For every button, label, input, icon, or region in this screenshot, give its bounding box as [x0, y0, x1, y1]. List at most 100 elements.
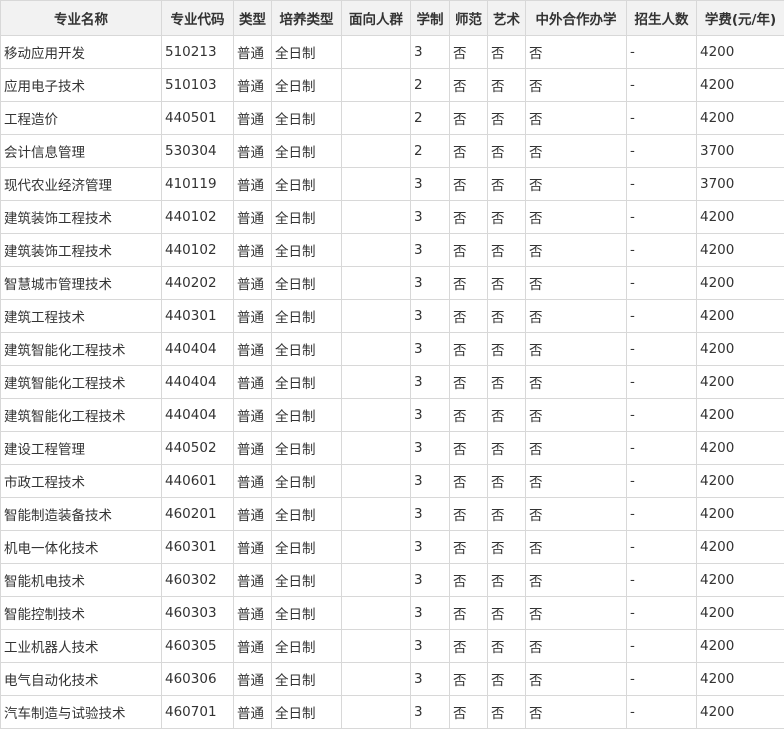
- cell-training-type: 全日制: [272, 399, 342, 432]
- cell-sino-foreign: 否: [526, 135, 627, 168]
- cell-major-code: 460701: [162, 696, 234, 729]
- header-arts: 艺术: [488, 1, 526, 36]
- table-row: 建设工程管理440502普通全日制3否否否-4200: [1, 432, 784, 465]
- cell-duration: 3: [411, 300, 450, 333]
- cell-duration: 3: [411, 630, 450, 663]
- cell-major-name: 电气自动化技术: [1, 663, 162, 696]
- cell-teacher-training: 否: [450, 267, 488, 300]
- cell-teacher-training: 否: [450, 663, 488, 696]
- cell-tuition: 4200: [697, 267, 784, 300]
- cell-training-type: 全日制: [272, 696, 342, 729]
- cell-sino-foreign: 否: [526, 102, 627, 135]
- cell-sino-foreign: 否: [526, 597, 627, 630]
- majors-table: 专业名称专业代码类型培养类型面向人群学制师范艺术中外合作办学招生人数学费(元/年…: [0, 0, 784, 729]
- cell-type: 普通: [234, 234, 272, 267]
- cell-teacher-training: 否: [450, 333, 488, 366]
- cell-major-name: 移动应用开发: [1, 36, 162, 69]
- cell-major-name: 建设工程管理: [1, 432, 162, 465]
- cell-type: 普通: [234, 663, 272, 696]
- cell-enrollment-count: -: [627, 135, 697, 168]
- cell-arts: 否: [488, 168, 526, 201]
- cell-duration: 3: [411, 597, 450, 630]
- cell-target-group: [342, 36, 411, 69]
- header-type: 类型: [234, 1, 272, 36]
- header-row: 专业名称专业代码类型培养类型面向人群学制师范艺术中外合作办学招生人数学费(元/年…: [1, 1, 784, 36]
- cell-major-code: 440202: [162, 267, 234, 300]
- table-header: 专业名称专业代码类型培养类型面向人群学制师范艺术中外合作办学招生人数学费(元/年…: [1, 1, 784, 36]
- cell-training-type: 全日制: [272, 36, 342, 69]
- cell-type: 普通: [234, 432, 272, 465]
- cell-major-name: 会计信息管理: [1, 135, 162, 168]
- cell-training-type: 全日制: [272, 234, 342, 267]
- cell-teacher-training: 否: [450, 201, 488, 234]
- cell-major-code: 440404: [162, 333, 234, 366]
- table-row: 工业机器人技术460305普通全日制3否否否-4200: [1, 630, 784, 663]
- cell-duration: 3: [411, 267, 450, 300]
- cell-tuition: 4200: [697, 234, 784, 267]
- cell-type: 普通: [234, 168, 272, 201]
- cell-teacher-training: 否: [450, 531, 488, 564]
- cell-arts: 否: [488, 399, 526, 432]
- cell-major-name: 工业机器人技术: [1, 630, 162, 663]
- cell-sino-foreign: 否: [526, 234, 627, 267]
- cell-major-code: 530304: [162, 135, 234, 168]
- cell-duration: 3: [411, 366, 450, 399]
- header-duration: 学制: [411, 1, 450, 36]
- cell-enrollment-count: -: [627, 168, 697, 201]
- cell-duration: 3: [411, 201, 450, 234]
- cell-duration: 2: [411, 102, 450, 135]
- cell-training-type: 全日制: [272, 597, 342, 630]
- cell-enrollment-count: -: [627, 465, 697, 498]
- cell-tuition: 4200: [697, 201, 784, 234]
- cell-duration: 3: [411, 465, 450, 498]
- cell-arts: 否: [488, 465, 526, 498]
- cell-teacher-training: 否: [450, 564, 488, 597]
- cell-tuition: 4200: [697, 465, 784, 498]
- table-row: 建筑装饰工程技术440102普通全日制3否否否-4200: [1, 234, 784, 267]
- table-row: 建筑智能化工程技术440404普通全日制3否否否-4200: [1, 399, 784, 432]
- cell-duration: 3: [411, 168, 450, 201]
- cell-teacher-training: 否: [450, 399, 488, 432]
- table-row: 智能机电技术460302普通全日制3否否否-4200: [1, 564, 784, 597]
- cell-enrollment-count: -: [627, 399, 697, 432]
- cell-training-type: 全日制: [272, 498, 342, 531]
- cell-sino-foreign: 否: [526, 300, 627, 333]
- cell-duration: 2: [411, 69, 450, 102]
- cell-teacher-training: 否: [450, 498, 488, 531]
- cell-duration: 3: [411, 234, 450, 267]
- cell-enrollment-count: -: [627, 564, 697, 597]
- cell-target-group: [342, 201, 411, 234]
- cell-enrollment-count: -: [627, 696, 697, 729]
- cell-sino-foreign: 否: [526, 564, 627, 597]
- cell-major-name: 应用电子技术: [1, 69, 162, 102]
- cell-enrollment-count: -: [627, 597, 697, 630]
- table-row: 电气自动化技术460306普通全日制3否否否-4200: [1, 663, 784, 696]
- cell-major-code: 460302: [162, 564, 234, 597]
- header-target-group: 面向人群: [342, 1, 411, 36]
- cell-teacher-training: 否: [450, 36, 488, 69]
- cell-major-name: 工程造价: [1, 102, 162, 135]
- table-row: 建筑智能化工程技术440404普通全日制3否否否-4200: [1, 333, 784, 366]
- cell-training-type: 全日制: [272, 267, 342, 300]
- cell-sino-foreign: 否: [526, 498, 627, 531]
- cell-arts: 否: [488, 333, 526, 366]
- cell-sino-foreign: 否: [526, 267, 627, 300]
- cell-major-name: 现代农业经济管理: [1, 168, 162, 201]
- cell-enrollment-count: -: [627, 267, 697, 300]
- cell-major-code: 440404: [162, 399, 234, 432]
- cell-teacher-training: 否: [450, 300, 488, 333]
- cell-teacher-training: 否: [450, 630, 488, 663]
- cell-major-code: 460305: [162, 630, 234, 663]
- cell-arts: 否: [488, 432, 526, 465]
- cell-tuition: 4200: [697, 333, 784, 366]
- cell-teacher-training: 否: [450, 69, 488, 102]
- table-row: 应用电子技术510103普通全日制2否否否-4200: [1, 69, 784, 102]
- cell-teacher-training: 否: [450, 168, 488, 201]
- cell-major-code: 460303: [162, 597, 234, 630]
- cell-duration: 3: [411, 399, 450, 432]
- cell-sino-foreign: 否: [526, 531, 627, 564]
- cell-target-group: [342, 465, 411, 498]
- cell-target-group: [342, 399, 411, 432]
- cell-arts: 否: [488, 201, 526, 234]
- cell-enrollment-count: -: [627, 531, 697, 564]
